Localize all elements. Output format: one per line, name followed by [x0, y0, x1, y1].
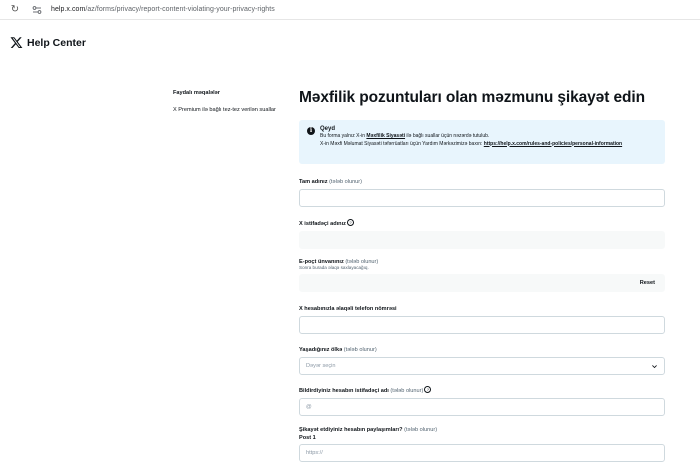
email-hint: Sonra burada əlaqə saxlayacağıq. — [299, 265, 369, 270]
privacy-policy-link[interactable]: Məxfilik Siyasəti — [366, 133, 405, 139]
note-line-1: Bu forma yalnız X-in Məxfilik Siyasəti i… — [320, 133, 622, 140]
phone-group: X hesabınızla əlaqəli telefon nömrəsi — [299, 306, 665, 334]
username-input[interactable] — [299, 231, 665, 249]
help-circle-icon[interactable]: ? — [424, 386, 432, 393]
sidebar: Faydalı məqalələr X Premium ilə bağlı te… — [173, 90, 291, 113]
chevron-down-icon — [652, 364, 657, 368]
note-box: i Qeyd Bu forma yalnız X-in Məxfilik Siy… — [299, 120, 665, 164]
note-line-2: X-in Məxfi Məlumat Siyasəti təfərrüatlar… — [320, 141, 622, 148]
email-group: E-poçt ünvanınız (tələb olunur) Sonra bu… — [299, 259, 665, 292]
site-header: Help Center — [10, 36, 86, 49]
reload-icon[interactable]: ↻ — [9, 4, 21, 16]
posts-required: (tələb olunur) — [404, 427, 438, 433]
username-label-text: X istifadəçi adınız — [299, 221, 346, 227]
x-logo-icon[interactable] — [10, 36, 23, 49]
full-name-group: Tam adınız (tələb olunur) — [299, 179, 665, 207]
note-line-2-prefix: X-in Məxfi Məlumat Siyasəti təfərrüatlar… — [320, 140, 484, 147]
country-required: (tələb olunur) — [343, 347, 377, 353]
note-line-1-suffix: ilə bağlı suallar üçün nəzərdə tutulub. — [405, 133, 490, 139]
email-input[interactable]: Reset — [299, 274, 665, 292]
sidebar-item-useful-articles[interactable]: Faydalı məqalələr — [173, 90, 291, 96]
brand-title[interactable]: Help Center — [27, 37, 86, 49]
phone-input[interactable] — [299, 316, 665, 334]
site-info-icon[interactable] — [31, 4, 43, 16]
reported-username-group: Bildirdiyiniz hesabın istifadəçi adı (tə… — [299, 386, 665, 416]
username-group: X istifadəçi adınız? — [299, 219, 665, 249]
username-label: X istifadəçi adınız? — [299, 219, 665, 227]
url-path: /az/forms/privacy/report-content-violati… — [85, 6, 275, 13]
personal-information-link[interactable]: https://help.x.com/rules-and-policies/pe… — [484, 141, 622, 147]
country-placeholder: Dəyər seçin — [306, 363, 336, 369]
posts-label-text: Şikayət etdiyiniz hesabın paylaşımları? — [299, 427, 403, 433]
posts-group: Şikayət etdiyiniz hesabın paylaşımları? … — [299, 427, 665, 462]
post-1-input[interactable]: https:// — [299, 444, 665, 462]
country-group: Yaşadığınız ölkə (tələb olunur) Dəyər se… — [299, 347, 665, 375]
url-field[interactable]: help.x.com/az/forms/privacy/report-conte… — [51, 6, 275, 13]
full-name-required: (tələb olunur) — [329, 179, 363, 185]
country-select[interactable]: Dəyər seçin — [299, 357, 665, 375]
browser-address-bar: ↻ help.x.com/az/forms/privacy/report-con… — [0, 0, 700, 20]
posts-label: Şikayət etdiyiniz hesabın paylaşımları? … — [299, 427, 665, 433]
full-name-label-text: Tam adınız — [299, 179, 328, 185]
page-title: Məxfilik pozuntuları olan məzmunu şikayə… — [299, 89, 645, 106]
note-line-1-prefix: Bu forma yalnız X-in — [320, 133, 367, 139]
reported-username-required: (tələb olunur) — [390, 388, 424, 394]
full-name-input[interactable] — [299, 189, 665, 207]
info-icon: i — [307, 127, 315, 135]
reported-username-label-text: Bildirdiyiniz hesabın istifadəçi adı — [299, 388, 389, 394]
url-host: help.x.com — [51, 6, 86, 13]
reported-username-label: Bildirdiyiniz hesabın istifadəçi adı (tə… — [299, 386, 665, 394]
phone-label: X hesabınızla əlaqəli telefon nömrəsi — [299, 306, 397, 312]
note-title: Qeyd — [320, 126, 336, 132]
country-label: Yaşadığınız ölkə (tələb olunur) — [299, 347, 665, 353]
help-circle-icon[interactable]: ? — [346, 219, 354, 226]
country-label-text: Yaşadığınız ölkə — [299, 347, 343, 353]
post-1-label: Post 1 — [299, 435, 316, 441]
reported-username-input[interactable]: @ — [299, 398, 665, 416]
sidebar-item-premium-faq[interactable]: X Premium ilə bağlı tez-tez verilən sual… — [173, 107, 291, 113]
full-name-label: Tam adınız (tələb olunur) — [299, 179, 665, 185]
reset-button[interactable]: Reset — [640, 280, 655, 286]
main-content: Məxfilik pozuntuları olan məzmunu şikayə… — [299, 89, 665, 164]
